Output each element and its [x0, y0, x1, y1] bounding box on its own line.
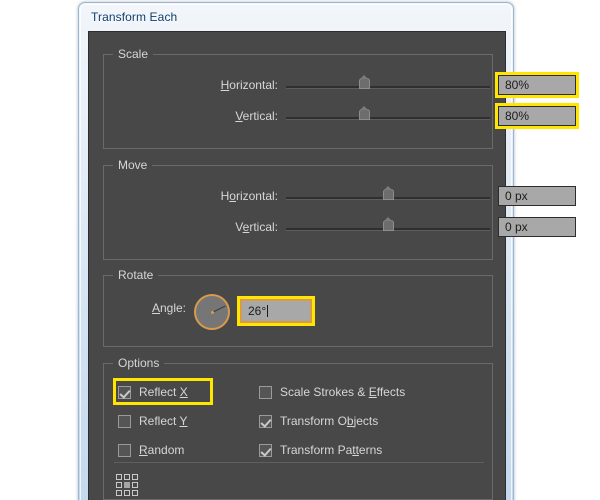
group-rotate: Rotate Angle: 26°: [103, 268, 493, 347]
anchor-cell-bottom-right[interactable]: [132, 490, 138, 496]
move-horizontal-input[interactable]: 0 px: [498, 186, 576, 206]
anchor-cell-middle-left[interactable]: [116, 482, 122, 488]
rotate-angle-value: 26°: [248, 304, 267, 318]
anchor-cell-middle-right[interactable]: [132, 482, 138, 488]
group-move: Move Horizontal: 0 px Vertical: 0 px: [103, 158, 576, 260]
move-horizontal-row: Horizontal: 0 px: [104, 186, 576, 208]
checkbox-box[interactable]: [118, 385, 131, 399]
angle-dial-center: [210, 310, 214, 314]
scale-horizontal-label: Horizontal:: [220, 78, 278, 92]
rotate-angle-input[interactable]: 26°: [240, 299, 312, 323]
anchor-cell-top-center[interactable]: [124, 474, 130, 480]
checkbox-scale-strokes-effects[interactable]: Scale Strokes & Effects: [259, 382, 405, 402]
angle-dial-needle: [211, 305, 226, 313]
dialog-titlebar[interactable]: Transform Each: [79, 3, 513, 33]
screenshot-root: Transform Each Scale Horizontal: 80% Ver…: [0, 0, 600, 500]
angle-dial[interactable]: [194, 294, 230, 330]
checkbox-random[interactable]: Random: [118, 440, 184, 460]
transform-each-dialog: Transform Each Scale Horizontal: 80% Ver…: [78, 2, 579, 500]
group-options-label: Options: [113, 356, 165, 370]
slider-thumb[interactable]: [358, 75, 370, 89]
checkbox-box[interactable]: [118, 443, 131, 457]
checkbox-label: Scale Strokes & Effects: [280, 385, 406, 399]
checkbox-box[interactable]: [259, 443, 272, 457]
move-horizontal-label: Horizontal:: [220, 189, 278, 203]
slider-track: [286, 86, 490, 89]
options-divider: [114, 462, 484, 463]
scale-vertical-input[interactable]: 80%: [498, 106, 576, 126]
checkbox-label: Reflect Y: [139, 414, 188, 428]
checkbox-label: Transform Objects: [280, 414, 379, 428]
group-scale-label: Scale: [113, 47, 154, 61]
slider-thumb[interactable]: [383, 217, 394, 231]
move-vertical-slider[interactable]: [286, 217, 490, 239]
group-rotate-label: Rotate: [113, 268, 159, 282]
checkbox-reflect-y[interactable]: Reflect Y: [118, 411, 187, 431]
scale-horizontal-input[interactable]: 80%: [498, 75, 576, 95]
dialog-client-area: Scale Horizontal: 80% Vertical: 80% Move…: [88, 31, 579, 500]
anchor-cell-bottom-center[interactable]: [124, 490, 130, 496]
anchor-cell-bottom-left[interactable]: [116, 490, 122, 496]
rotate-angle-label: Angle:: [151, 301, 186, 315]
checkbox-box[interactable]: [259, 414, 272, 428]
dialog-title: Transform Each: [91, 10, 178, 24]
text-caret: [267, 305, 269, 317]
reference-point-selector[interactable]: [116, 474, 138, 496]
scale-vertical-row: Vertical: 80%: [104, 103, 579, 129]
anchor-cell-top-left[interactable]: [116, 474, 122, 480]
slider-thumb[interactable]: [358, 106, 370, 120]
group-move-label: Move: [113, 158, 153, 172]
move-horizontal-slider[interactable]: [286, 186, 490, 208]
checkbox-reflect-x[interactable]: Reflect X: [118, 382, 188, 402]
anchor-cell-center[interactable]: [124, 482, 130, 488]
checkbox-box[interactable]: [118, 414, 131, 428]
checkbox-transform-objects[interactable]: Transform Objects: [259, 411, 378, 431]
checkbox-transform-patterns[interactable]: Transform Patterns: [259, 440, 382, 460]
anchor-cell-top-right[interactable]: [132, 474, 138, 480]
group-scale: Scale Horizontal: 80% Vertical: 80%: [103, 47, 579, 149]
move-vertical-label: Vertical:: [235, 220, 278, 234]
checkbox-label: Random: [139, 443, 185, 457]
checkbox-label: Transform Patterns: [280, 443, 383, 457]
scale-horizontal-row: Horizontal: 80%: [104, 72, 579, 98]
slider-thumb[interactable]: [383, 186, 394, 200]
scale-vertical-label: Vertical:: [235, 109, 278, 123]
scale-vertical-slider[interactable]: [286, 106, 490, 128]
slider-track: [286, 117, 490, 120]
move-vertical-row: Vertical: 0 px: [104, 217, 576, 239]
group-options: Options Reflect X Reflect Y Random Scale…: [103, 356, 493, 500]
move-vertical-input[interactable]: 0 px: [498, 217, 576, 237]
checkbox-box[interactable]: [259, 385, 272, 399]
checkbox-label: Reflect X: [139, 385, 188, 399]
scale-horizontal-slider[interactable]: [286, 75, 490, 97]
